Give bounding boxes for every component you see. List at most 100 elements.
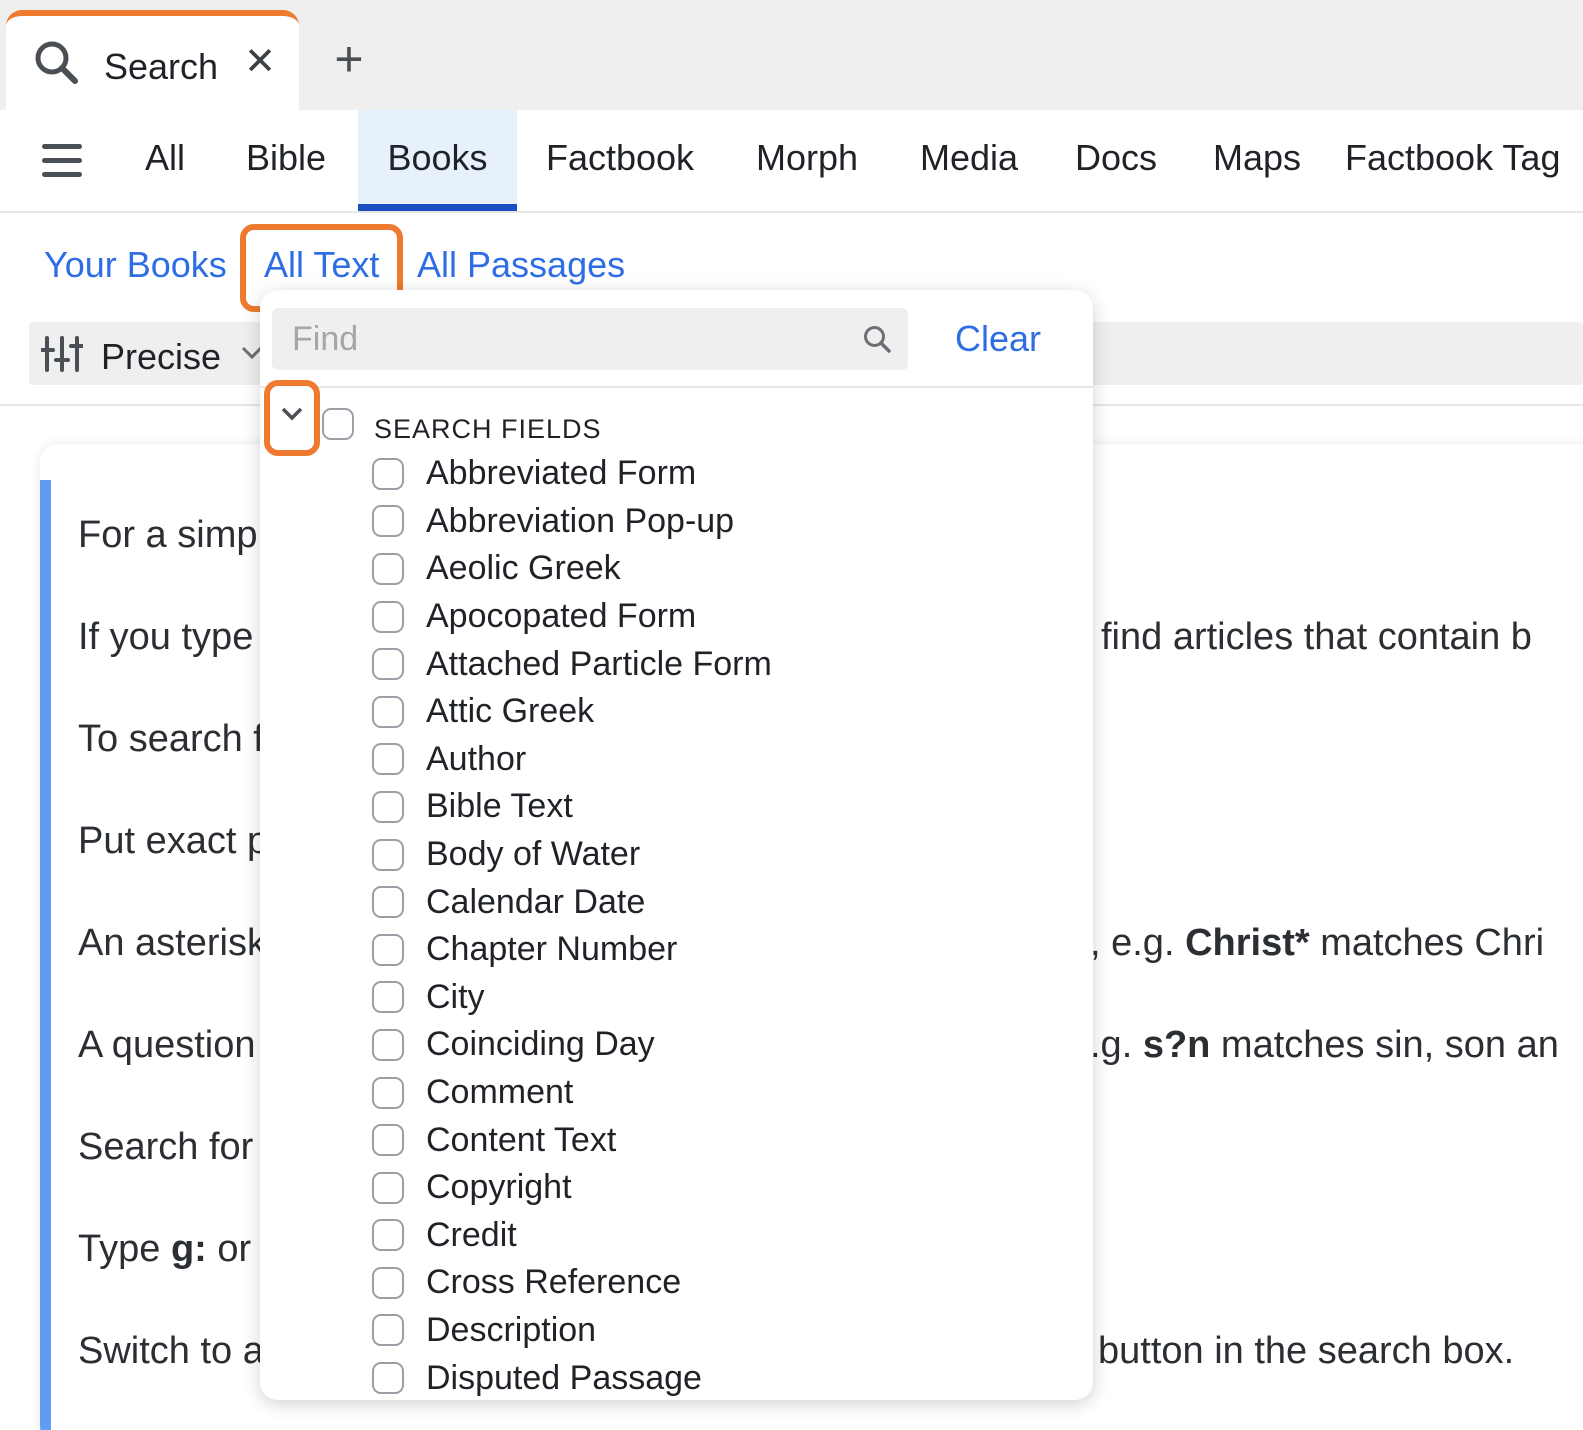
field-item[interactable]: Author	[372, 736, 772, 784]
add-tab-icon[interactable]: +	[325, 34, 373, 84]
field-label: Aeolic Greek	[426, 549, 621, 588]
help-line: Type g: or	[78, 1228, 252, 1270]
field-item[interactable]: Chapter Number	[372, 926, 772, 974]
help-line: An asterisk	[78, 922, 266, 964]
divider	[260, 386, 1093, 388]
category-docs[interactable]: Docs	[1064, 110, 1168, 211]
field-item[interactable]: Abbreviated Form	[372, 450, 772, 498]
field-label: Abbreviation Pop-up	[426, 501, 735, 540]
field-label: Disputed Passage	[426, 1358, 702, 1397]
field-item[interactable]: Credit	[372, 1212, 772, 1260]
field-checkbox[interactable]	[372, 648, 404, 681]
field-item[interactable]: Body of Water	[372, 831, 772, 879]
field-checkbox[interactable]	[372, 1362, 404, 1395]
help-line: .g. s?n matches sin, son an	[1090, 1024, 1559, 1066]
field-item[interactable]: City	[372, 974, 772, 1022]
field-label: Attached Particle Form	[426, 644, 772, 683]
help-line: To search f	[78, 718, 264, 760]
field-label: Apocopated Form	[426, 597, 697, 636]
field-checkbox[interactable]	[372, 790, 404, 823]
help-line: , e.g. Christ* matches Chri	[1090, 922, 1545, 964]
field-checkbox[interactable]	[372, 933, 404, 966]
field-item[interactable]: Content Text	[372, 1116, 772, 1164]
card-accent-bar	[40, 480, 51, 1430]
category-bar: All Bible Books Factbook Morph Media Doc…	[0, 110, 1583, 213]
subtab-all-passages[interactable]: All Passages	[417, 244, 625, 286]
field-label: Calendar Date	[426, 882, 646, 921]
help-line: find articles that contain b	[1101, 616, 1532, 658]
field-checkbox[interactable]	[372, 600, 404, 633]
search-icon	[35, 41, 78, 84]
field-item[interactable]: Description	[372, 1307, 772, 1355]
help-line: A question	[78, 1024, 256, 1066]
field-item[interactable]: Apocopated Form	[372, 593, 772, 641]
field-item[interactable]: Copyright	[372, 1164, 772, 1212]
field-checkbox[interactable]	[372, 1266, 404, 1299]
help-line: Search for	[78, 1126, 254, 1168]
field-item[interactable]: Disputed Passage	[372, 1354, 772, 1400]
field-label: City	[426, 977, 485, 1016]
field-label: Chapter Number	[426, 930, 678, 969]
help-line: Put exact p	[78, 820, 269, 862]
field-checkbox[interactable]	[372, 1076, 404, 1109]
help-line: If you type	[78, 616, 254, 658]
find-input[interactable]	[292, 316, 832, 362]
field-checkbox[interactable]	[372, 981, 404, 1014]
field-label: Copyright	[426, 1168, 572, 1207]
field-checkbox[interactable]	[372, 552, 404, 585]
field-label: Abbreviated Form	[426, 454, 697, 493]
tab-label: Search	[104, 46, 219, 87]
field-item[interactable]: Aeolic Greek	[372, 545, 772, 593]
search-icon	[864, 326, 891, 353]
group-expander[interactable]	[264, 380, 320, 456]
field-checkbox[interactable]	[372, 886, 404, 919]
field-checkbox[interactable]	[372, 838, 404, 871]
hamburger-icon[interactable]	[38, 138, 86, 184]
search-mode-label[interactable]: Precise	[101, 336, 221, 378]
field-checkbox[interactable]	[372, 505, 404, 538]
group-title: SEARCH FIELDS	[374, 414, 602, 444]
field-label: Content Text	[426, 1120, 617, 1159]
search-fields-dropdown: Clear SEARCH FIELDS Abbreviated FormAbbr…	[260, 290, 1093, 1400]
category-maps[interactable]: Maps	[1200, 110, 1314, 211]
field-checkbox[interactable]	[372, 1124, 404, 1157]
category-factbook-tag[interactable]: Factbook Tag	[1345, 110, 1583, 211]
field-checkbox[interactable]	[372, 457, 404, 490]
field-checkbox[interactable]	[372, 1314, 404, 1347]
field-label: Comment	[426, 1073, 574, 1112]
help-line: Switch to a	[78, 1330, 264, 1372]
category-bible[interactable]: Bible	[232, 110, 340, 211]
field-checkbox[interactable]	[372, 1028, 404, 1061]
field-label: Body of Water	[426, 835, 641, 874]
field-item[interactable]: Attic Greek	[372, 688, 772, 736]
field-label: Author	[426, 739, 527, 778]
category-factbook[interactable]: Factbook	[532, 110, 708, 211]
chevron-down-icon	[281, 407, 303, 421]
field-label: Coinciding Day	[426, 1025, 655, 1064]
clear-button[interactable]: Clear	[955, 318, 1041, 360]
field-item[interactable]: Coinciding Day	[372, 1021, 772, 1069]
field-checkbox[interactable]	[372, 743, 404, 776]
help-line: button in the search box.	[1098, 1330, 1515, 1372]
field-checkbox[interactable]	[372, 1171, 404, 1204]
field-checkbox[interactable]	[372, 695, 404, 728]
field-label: Description	[426, 1310, 597, 1349]
field-item[interactable]: Comment	[372, 1069, 772, 1117]
category-books[interactable]: Books	[358, 110, 517, 211]
tab-search[interactable]: Search ✕	[6, 10, 299, 115]
category-morph[interactable]: Morph	[742, 110, 872, 211]
category-all[interactable]: All	[132, 110, 198, 211]
subtab-your-books[interactable]: Your Books	[44, 244, 227, 286]
field-item[interactable]: Attached Particle Form	[372, 640, 772, 688]
field-checkbox[interactable]	[372, 1219, 404, 1252]
field-label: Credit	[426, 1215, 517, 1254]
field-item[interactable]: Abbreviation Pop-up	[372, 498, 772, 546]
category-media[interactable]: Media	[908, 110, 1030, 211]
group-checkbox[interactable]	[322, 408, 354, 440]
close-icon[interactable]: ✕	[238, 40, 282, 84]
sliders-icon[interactable]	[41, 336, 83, 372]
field-item[interactable]: Cross Reference	[372, 1259, 772, 1307]
field-item[interactable]: Calendar Date	[372, 878, 772, 926]
field-list: Abbreviated Form Abbreviation Pop-up Aeoli…	[372, 450, 772, 1400]
field-item[interactable]: Bible Text	[372, 783, 772, 831]
